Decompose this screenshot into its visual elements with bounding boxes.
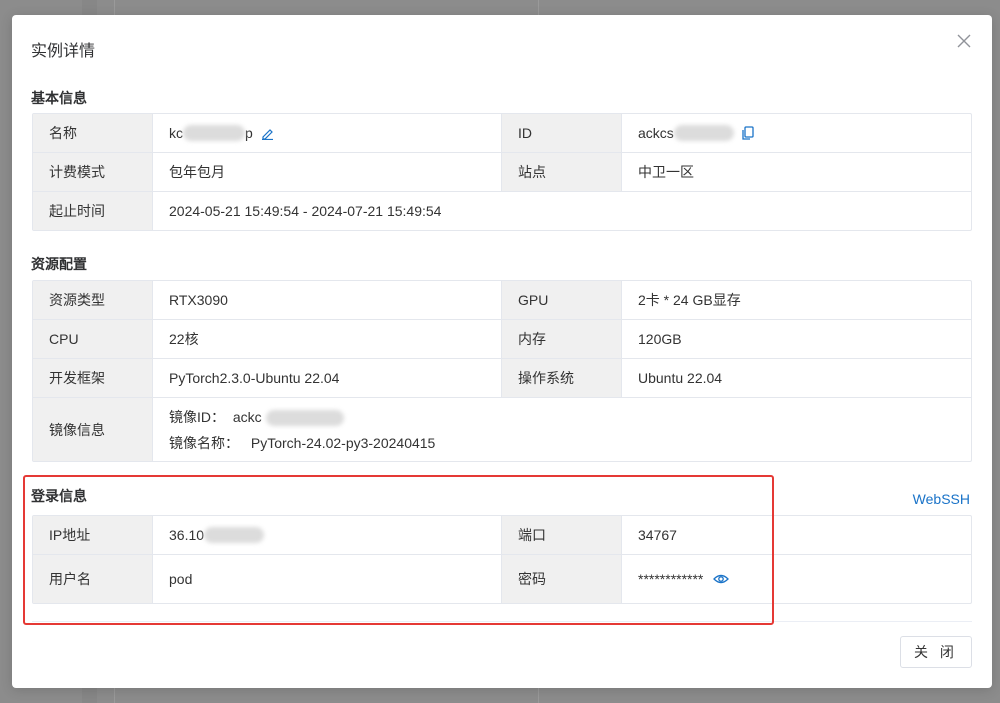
login-info-table: IP地址 36.10 端口 34767 用户名 pod 密码 *********… (32, 515, 972, 604)
password-label: 密码 (502, 555, 622, 603)
name-value-suffix: p (245, 125, 253, 141)
id-value-prefix: ackcs (638, 125, 674, 141)
billing-value: 包年包月 (153, 153, 502, 191)
table-row: 起止时间 2024-05-21 15:49:54 - 2024-07-21 15… (33, 192, 971, 230)
os-value: Ubuntu 22.04 (638, 370, 723, 386)
framework-label: 开发框架 (33, 359, 153, 397)
username-label: 用户名 (33, 555, 153, 603)
section-title-login: 登录信息 (31, 488, 87, 504)
section-title-resource: 资源配置 (31, 256, 87, 272)
image-name-line: 镜像名称： PyTorch-24.02-py3-20240415 (169, 430, 435, 456)
gpu-label: GPU (502, 281, 622, 319)
site-label: 站点 (502, 153, 622, 191)
image-info-label: 镜像信息 (33, 398, 153, 461)
id-label: ID (502, 114, 622, 152)
cpu-value: 22核 (153, 320, 502, 358)
site-value: 中卫一区 (638, 164, 694, 180)
memory-value: 120GB (638, 331, 682, 347)
framework-value: PyTorch2.3.0-Ubuntu 22.04 (153, 359, 502, 397)
section-title-basic: 基本信息 (31, 90, 87, 106)
image-id-label: 镜像ID： (169, 408, 225, 425)
redacted-text (265, 409, 344, 426)
ip-value-prefix: 36.10 (169, 527, 205, 543)
os-label: 操作系统 (502, 359, 622, 397)
copy-icon[interactable] (742, 126, 754, 140)
redacted-text (673, 125, 734, 141)
image-info-value: 镜像ID： ackc 镜像名称： PyTorch-24.02-py3-20240… (153, 398, 971, 461)
image-name-value: PyTorch-24.02-py3-20240415 (250, 434, 436, 451)
password-value: ************ (622, 555, 971, 603)
image-id-value-prefix: ackc (232, 408, 262, 425)
billing-label: 计费模式 (33, 153, 153, 191)
port-value: 34767 (638, 527, 677, 543)
instance-detail-dialog: 实例详情 基本信息 名称 kc p ID ackcs 计费模式 包年包月 站点 … (12, 15, 992, 688)
close-button[interactable]: 关 闭 (900, 636, 972, 668)
resource-config-table: 资源类型 RTX3090 GPU 2卡 * 24 GB显存 CPU 22核 内存… (32, 280, 972, 462)
period-value: 2024-05-21 15:49:54 - 2024-07-21 15:49:5… (169, 203, 442, 219)
period-label: 起止时间 (33, 192, 153, 230)
dialog-title: 实例详情 (31, 43, 96, 60)
port-label: 端口 (502, 516, 622, 554)
cpu-label: CPU (33, 320, 153, 358)
close-icon[interactable] (956, 33, 972, 49)
gpu-value: 2卡 * 24 GB显存 (638, 292, 741, 308)
edit-icon[interactable] (261, 127, 274, 140)
id-value: ackcs (622, 114, 971, 152)
table-row: 镜像信息 镜像ID： ackc 镜像名称： PyTorch-24.02-py3-… (33, 398, 971, 461)
redacted-text (183, 125, 245, 141)
eye-icon[interactable] (713, 573, 730, 585)
memory-label: 内存 (502, 320, 622, 358)
webssh-link[interactable]: WebSSH (913, 491, 970, 507)
password-masked: ************ (638, 571, 704, 587)
image-id-line: 镜像ID： ackc (169, 404, 344, 430)
table-row: 开发框架 PyTorch2.3.0-Ubuntu 22.04 操作系统 Ubun… (33, 359, 971, 398)
table-row: 资源类型 RTX3090 GPU 2卡 * 24 GB显存 (33, 281, 971, 320)
name-value: kc p (153, 114, 502, 152)
table-row: 名称 kc p ID ackcs (33, 114, 971, 153)
resource-type-value: RTX3090 (153, 281, 502, 319)
username-value: pod (153, 555, 502, 603)
image-name-label: 镜像名称： (169, 434, 239, 451)
table-row: 计费模式 包年包月 站点 中卫一区 (33, 153, 971, 192)
resource-type-label: 资源类型 (33, 281, 153, 319)
table-row: IP地址 36.10 端口 34767 (33, 516, 971, 555)
table-row: 用户名 pod 密码 ************ (33, 555, 971, 603)
ip-label: IP地址 (33, 516, 153, 554)
name-label: 名称 (33, 114, 153, 152)
name-value-prefix: kc (169, 125, 183, 141)
basic-info-table: 名称 kc p ID ackcs 计费模式 包年包月 站点 中卫一区 起止时间 … (32, 113, 972, 231)
footer-divider (32, 621, 972, 622)
table-row: CPU 22核 内存 120GB (33, 320, 971, 359)
redacted-text (204, 527, 265, 543)
ip-value: 36.10 (153, 516, 502, 554)
